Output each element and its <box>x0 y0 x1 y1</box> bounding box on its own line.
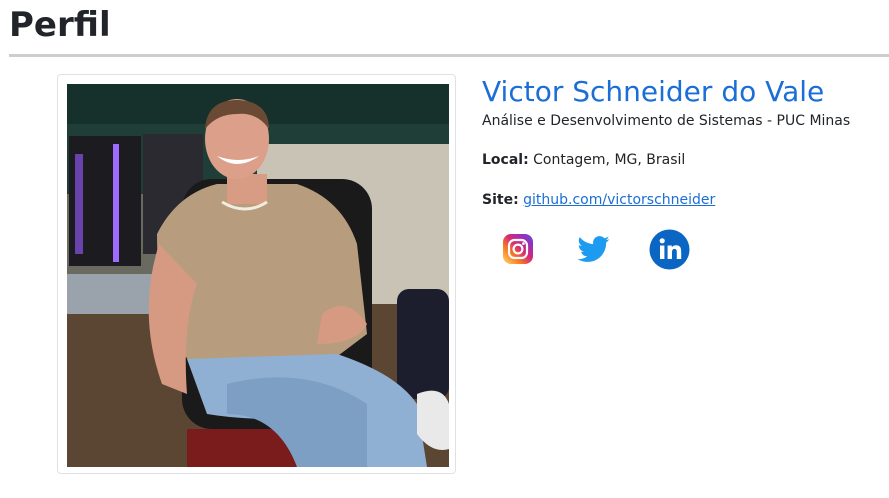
twitter-icon <box>577 236 610 262</box>
site-label: Site: <box>482 192 519 208</box>
social-links <box>482 229 782 273</box>
site-link[interactable]: github.com/victorschneider <box>523 192 715 208</box>
title-divider <box>9 54 889 57</box>
linkedin-link[interactable] <box>649 229 690 270</box>
location-value: Contagem, MG, Brasil <box>533 152 686 168</box>
twitter-link[interactable] <box>577 233 611 265</box>
profile-photo-frame <box>57 74 456 474</box>
page-title: Perfil <box>9 5 111 45</box>
location-label: Local: <box>482 152 529 168</box>
instagram-link[interactable] <box>502 233 534 265</box>
instagram-icon <box>503 234 533 264</box>
linkedin-icon <box>649 229 690 270</box>
profile-photo <box>67 84 449 467</box>
profile-name: Victor Schneider do Vale <box>482 75 825 108</box>
profile-course: Análise e Desenvolvimento de Sistemas - … <box>482 113 851 129</box>
profile-info: Victor Schneider do Vale Análise e Desen… <box>482 73 882 270</box>
profile-site: Site: github.com/victorschneider <box>482 190 882 210</box>
profile-location: Local: Contagem, MG, Brasil <box>482 150 882 170</box>
